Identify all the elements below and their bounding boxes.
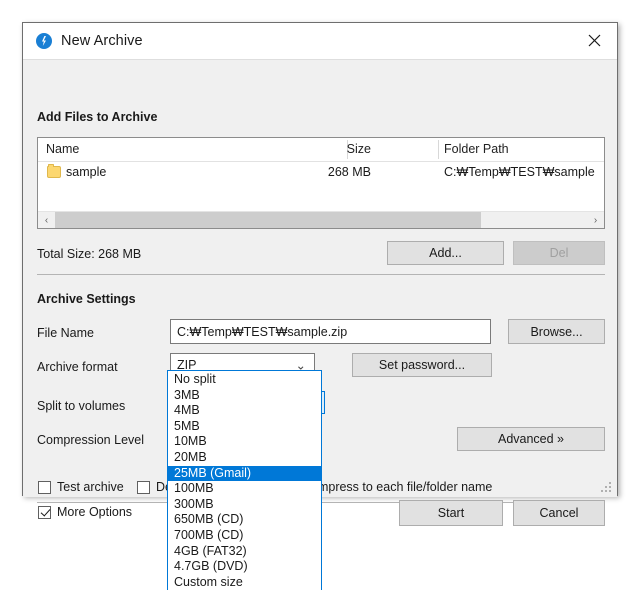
resize-grip[interactable]: [601, 482, 612, 493]
folder-icon: [47, 166, 61, 178]
dropdown-item[interactable]: 300MB: [168, 497, 321, 513]
compression-level-label: Compression Level: [37, 433, 144, 447]
column-header-size[interactable]: Size: [278, 142, 371, 156]
checkbox-box: [137, 481, 150, 494]
dropdown-item[interactable]: 4MB: [168, 403, 321, 419]
file-list[interactable]: Name Size Folder Path sample 268 MB C:₩T…: [37, 137, 605, 229]
column-divider[interactable]: [438, 140, 439, 159]
test-archive-label: Test archive: [57, 480, 124, 494]
split-to-volumes-dropdown-list[interactable]: No split3MB4MB5MB10MB20MB25MB (Gmail)100…: [167, 370, 322, 590]
total-size-label: Total Size: 268 MB: [37, 247, 141, 261]
dropdown-item[interactable]: 20MB: [168, 450, 321, 466]
set-password-button[interactable]: Set password...: [352, 353, 492, 377]
lightning-circle-icon: [36, 33, 52, 49]
dropdown-item[interactable]: 10MB: [168, 434, 321, 450]
close-icon[interactable]: [571, 23, 617, 58]
cell-size: 268 MB: [278, 165, 371, 179]
section-heading-archive-settings: Archive Settings: [37, 292, 136, 306]
compress-each-label: ompress to each file/folder name: [311, 480, 492, 494]
scrollbar-thumb[interactable]: [55, 212, 481, 228]
test-archive-checkbox[interactable]: Test archive: [38, 480, 124, 494]
dropdown-item[interactable]: 4.7GB (DVD): [168, 559, 321, 575]
dropdown-item[interactable]: 5MB: [168, 419, 321, 435]
dropdown-item[interactable]: 650MB (CD): [168, 512, 321, 528]
scroll-left-arrow-icon[interactable]: ‹: [38, 212, 55, 228]
column-header-folder-path[interactable]: Folder Path: [444, 142, 509, 156]
more-options-label: More Options: [57, 505, 132, 519]
section-heading-add-files: Add Files to Archive: [37, 110, 157, 124]
horizontal-scrollbar[interactable]: ‹ ›: [38, 211, 604, 228]
dropdown-item[interactable]: 25MB (Gmail): [168, 466, 321, 482]
archive-format-label: Archive format: [37, 360, 118, 374]
scroll-right-arrow-icon[interactable]: ›: [587, 212, 604, 228]
column-header-name[interactable]: Name: [46, 142, 79, 156]
table-row[interactable]: sample 268 MB C:₩Temp₩TEST₩sample: [38, 162, 604, 184]
screenshot-root: New Archive Add Files to Archive Name Si…: [0, 0, 640, 590]
more-options-checkbox[interactable]: More Options: [38, 505, 132, 519]
title-bar: New Archive: [23, 23, 617, 60]
compress-each-checkbox[interactable]: ompress to each file/folder name: [311, 480, 492, 494]
cell-name: sample: [66, 165, 106, 179]
start-button[interactable]: Start: [399, 500, 503, 526]
scrollbar-track[interactable]: [55, 212, 587, 228]
dropdown-item[interactable]: 700MB (CD): [168, 528, 321, 544]
window-title: New Archive: [61, 33, 143, 49]
dropdown-item[interactable]: No split: [168, 372, 321, 388]
section-divider: [37, 274, 605, 275]
browse-button[interactable]: Browse...: [508, 319, 605, 344]
dropdown-item[interactable]: 3MB: [168, 388, 321, 404]
cell-folder-path: C:₩Temp₩TEST₩sample: [444, 165, 595, 179]
del-button: Del: [513, 241, 605, 265]
dropdown-item[interactable]: Custom size: [168, 575, 321, 590]
file-list-header: Name Size Folder Path: [38, 138, 604, 162]
add-button[interactable]: Add...: [387, 241, 504, 265]
dropdown-item[interactable]: 4GB (FAT32): [168, 544, 321, 560]
file-name-input[interactable]: [170, 319, 491, 344]
advanced-button[interactable]: Advanced »: [457, 427, 605, 451]
dropdown-item[interactable]: 100MB: [168, 481, 321, 497]
checkbox-box: [38, 506, 51, 519]
split-to-volumes-label: Split to volumes: [37, 399, 125, 413]
file-name-label: File Name: [37, 326, 94, 340]
cancel-button[interactable]: Cancel: [513, 500, 605, 526]
checkbox-box: [38, 481, 51, 494]
